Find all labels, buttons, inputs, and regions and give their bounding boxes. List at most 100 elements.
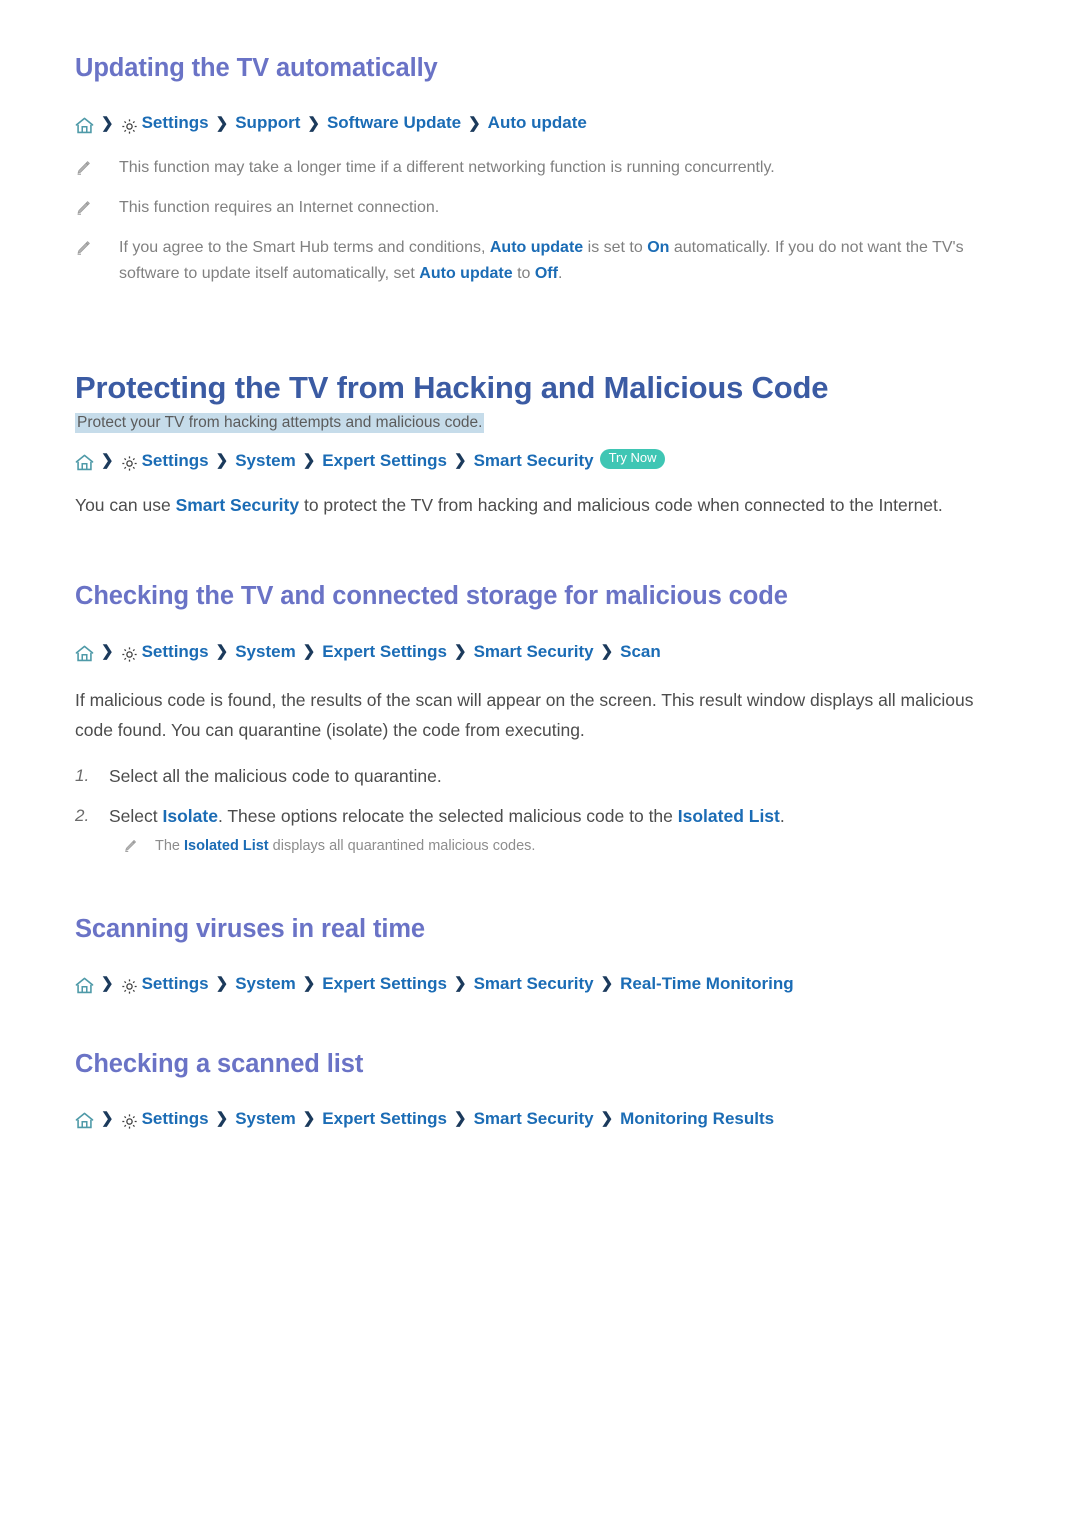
home-icon	[75, 977, 94, 994]
inline-term: Isolated List	[184, 838, 269, 855]
gear-icon	[121, 978, 138, 995]
breadcrumb-item-auto-update[interactable]: Auto update	[488, 111, 587, 135]
inline-text: If malicious code is found, the results …	[75, 690, 974, 741]
breadcrumb-item-software-update[interactable]: Software Update	[327, 111, 461, 135]
gear-icon	[121, 118, 138, 135]
breadcrumb-item-expert-settings[interactable]: Expert Settings	[322, 972, 447, 996]
breadcrumb-item-settings[interactable]: Settings	[142, 449, 209, 473]
chevron-right-icon: ❯	[302, 451, 316, 469]
chevron-right-icon: ❯	[453, 975, 467, 993]
paragraph-scan-results: If malicious code is found, the results …	[75, 685, 1008, 745]
breadcrumb-item-expert-settings[interactable]: Expert Settings	[322, 449, 447, 473]
note-item: This function requires an Internet conne…	[75, 195, 1008, 221]
chevron-right-icon: ❯	[302, 642, 316, 660]
chevron-right-icon: ❯	[453, 1110, 467, 1128]
home-icon	[75, 454, 94, 471]
breadcrumb-item-smart-security[interactable]: Smart Security	[474, 1107, 594, 1131]
inline-term: On	[647, 238, 670, 256]
inline-text: You can use	[75, 495, 176, 516]
chevron-right-icon: ❯	[600, 975, 614, 993]
page-title-realtime: Scanning viruses in real time	[75, 914, 425, 943]
breadcrumb-smart-security[interactable]: ❯ Settings ❯ System ❯ Expert Settings ❯ Smart S…	[75, 449, 1008, 473]
chevron-right-icon: ❯	[600, 1110, 614, 1128]
paragraph-smart-security: You can use Smart Security to protect th…	[75, 490, 1008, 520]
try-now-badge[interactable]: Try Now	[599, 449, 666, 470]
breadcrumb-item-smart-security[interactable]: Smart Security	[474, 449, 594, 473]
breadcrumb-monitoring-results[interactable]: ❯ Settings ❯ System ❯ Expert Settings ❯ Smart S…	[75, 1107, 1008, 1131]
breadcrumb-auto-update[interactable]: ❯ Settings ❯ Support ❯ Software Update ❯ Auto u…	[75, 111, 1008, 135]
gear-icon	[121, 1113, 138, 1130]
breadcrumb-item-real-time-monitoring[interactable]: Real-Time Monitoring	[620, 972, 793, 996]
breadcrumb-item-settings[interactable]: Settings	[142, 1107, 209, 1131]
breadcrumb-item-settings[interactable]: Settings	[142, 640, 209, 664]
note-list-update: This function may take a longer time if …	[75, 155, 1008, 287]
breadcrumb-item-settings[interactable]: Settings	[142, 111, 209, 135]
breadcrumb-scan[interactable]: ❯ Settings ❯ System ❯ Expert Settings ❯ Smart S…	[75, 640, 1008, 664]
breadcrumb-item-scan[interactable]: Scan	[620, 640, 661, 664]
inline-term: Auto update	[489, 238, 584, 256]
gear-icon	[121, 455, 138, 472]
chevron-right-icon: ❯	[307, 114, 320, 132]
inline-text: Select	[109, 806, 163, 827]
inline-term: Isolated List	[677, 806, 780, 827]
inline-text: . These options relocate the selected ma…	[217, 806, 678, 827]
note-item-sub: The Isolated List displays all quarantin…	[123, 835, 1008, 858]
sub-note-wrapper: The Isolated List displays all quarantin…	[75, 835, 1008, 858]
inline-term: Smart Security	[175, 495, 300, 516]
step-number: 1.	[75, 765, 90, 785]
inline-text: .	[779, 806, 785, 827]
chevron-right-icon: ❯	[215, 1110, 229, 1128]
breadcrumb-item-system[interactable]: System	[235, 449, 295, 473]
chevron-right-icon: ❯	[302, 1110, 316, 1128]
inline-text: to	[512, 264, 535, 282]
page-subtitle: Protect your TV from hacking attempts an…	[75, 411, 1008, 434]
breadcrumb-item-expert-settings[interactable]: Expert Settings	[322, 640, 447, 664]
pencil-icon	[75, 239, 91, 255]
subtitle-highlight: Protect your TV from hacking attempts an…	[75, 413, 485, 434]
chevron-right-icon: ❯	[101, 114, 114, 132]
breadcrumb-item-system[interactable]: System	[235, 1107, 295, 1131]
inline-text: This function requires an Internet conne…	[119, 198, 440, 216]
pencil-icon	[75, 159, 91, 175]
page-title-scanned-list: Checking a scanned list	[75, 1049, 364, 1078]
page-title-checking-storage: Checking the TV and connected storage fo…	[75, 582, 788, 611]
inline-text: If you agree to the Smart Hub terms and …	[119, 238, 490, 256]
chevron-right-icon: ❯	[215, 975, 229, 993]
breadcrumb-item-system[interactable]: System	[235, 640, 295, 664]
note-text: If you agree to the Smart Hub terms and …	[119, 235, 1008, 287]
breadcrumb-item-smart-security[interactable]: Smart Security	[474, 640, 594, 664]
breadcrumb-item-system[interactable]: System	[235, 972, 295, 996]
note-text: This function may take a longer time if …	[119, 155, 775, 181]
note-item: If you agree to the Smart Hub terms and …	[75, 235, 1008, 287]
breadcrumb-item-settings[interactable]: Settings	[142, 972, 209, 996]
step-item: 1. Select all the malicious code to quara…	[75, 762, 1008, 791]
breadcrumb-item-smart-security[interactable]: Smart Security	[474, 972, 594, 996]
chevron-right-icon: ❯	[453, 642, 467, 660]
chevron-right-icon: ❯	[215, 642, 229, 660]
breadcrumb-real-time-monitoring[interactable]: ❯ Settings ❯ System ❯ Expert Settings ❯ Smart S…	[75, 972, 1008, 996]
step-number: 2.	[75, 806, 90, 826]
inline-text: to protect the TV from hacking and malic…	[299, 495, 943, 516]
chevron-right-icon: ❯	[215, 114, 229, 132]
inline-text: is set to	[583, 238, 648, 256]
breadcrumb-item-expert-settings[interactable]: Expert Settings	[322, 1107, 447, 1131]
home-icon	[75, 1112, 94, 1129]
steps-list-quarantine: 1. Select all the malicious code to quara…	[75, 762, 1008, 832]
inline-text: .	[557, 264, 563, 282]
chevron-right-icon: ❯	[600, 642, 614, 660]
chevron-right-icon: ❯	[101, 975, 114, 993]
page-title-protecting: Protecting the TV from Hacking and Malic…	[75, 369, 829, 405]
chevron-right-icon: ❯	[453, 451, 467, 469]
breadcrumb-item-monitoring-results[interactable]: Monitoring Results	[620, 1107, 774, 1131]
inline-term: Isolate	[162, 806, 218, 827]
breadcrumb-item-support[interactable]: Support	[235, 111, 300, 135]
